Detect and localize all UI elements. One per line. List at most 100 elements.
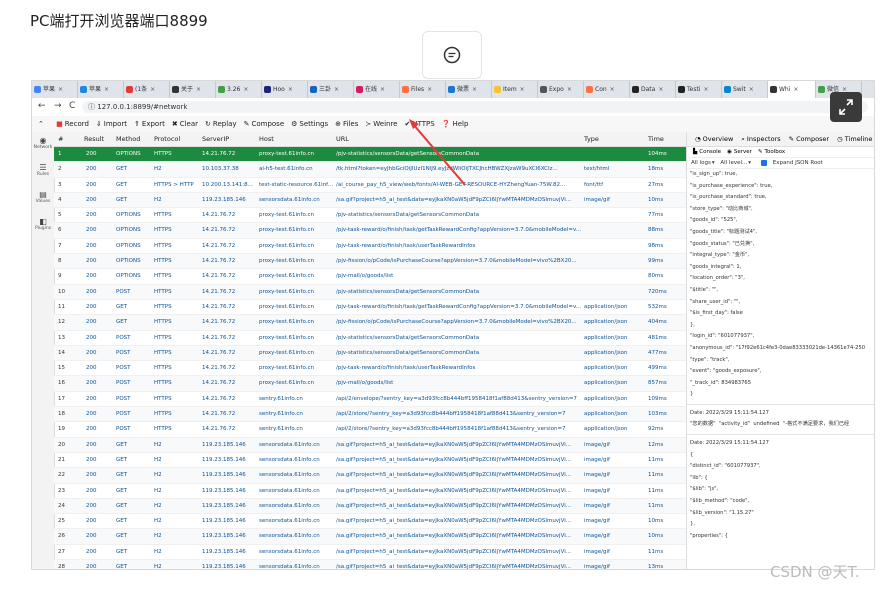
- table-row[interactable]: 14 200 POST HTTPS 14.21.76.72 proxy-test.61in…: [54, 345, 686, 362]
- browser-tab[interactable]: Con ×: [584, 81, 630, 98]
- toolbar-clear-button[interactable]: ✖ Clear: [172, 116, 198, 132]
- table-row[interactable]: 11 200 GET HTTPS 14.21.76.72 proxy-test.61inf…: [54, 300, 686, 316]
- table-row[interactable]: 6 200 OPTIONS HTTPS 14.21.76.72 proxy-test.61…: [54, 223, 686, 239]
- close-icon[interactable]: ×: [658, 86, 663, 93]
- table-row[interactable]: 24 200 GET H2 119.23.185.146 sensorsdata.61in…: [54, 498, 686, 515]
- table-row[interactable]: 22 200 GET H2 119.23.185.146 sensorsdata.61in…: [54, 468, 686, 484]
- subtab-server[interactable]: ◉ Server: [724, 147, 752, 157]
- toolbar-https-button[interactable]: ✔ HTTPS: [404, 116, 434, 132]
- browser-tab[interactable]: Data ×: [630, 81, 676, 98]
- table-row[interactable]: 9 200 OPTIONS HTTPS 14.21.76.72 proxy-test.61…: [54, 269, 686, 285]
- table-row[interactable]: 21 200 GET H2 119.23.185.146 sensorsdata.61in…: [54, 453, 686, 469]
- collapse-icon[interactable]: ⌃: [38, 116, 44, 132]
- toolbar-compose-button[interactable]: ✎ Compose: [244, 116, 285, 132]
- tab-overview[interactable]: ◔ Overview: [691, 132, 733, 146]
- table-row[interactable]: 23 200 GET H2 119.23.185.146 sensorsdata.61in…: [54, 484, 686, 499]
- col-host-header[interactable]: Host: [259, 132, 274, 146]
- expand-json-checkbox[interactable]: Expand JSON Root: [757, 158, 823, 168]
- filter-logs-select[interactable]: All logs: [691, 158, 711, 168]
- table-row[interactable]: 25 200 GET H2 119.23.185.146 sensorsdata.61in…: [54, 514, 686, 530]
- leftnav-values[interactable]: ▤ Values: [32, 190, 54, 204]
- col-url-header[interactable]: URL: [336, 132, 349, 146]
- close-icon[interactable]: ×: [703, 86, 708, 93]
- table-row[interactable]: 12 200 GET HTTPS 14.21.76.72 proxy-test.61inf…: [54, 315, 686, 331]
- tab-timeline[interactable]: ◷ Timeline: [833, 132, 872, 146]
- table-row[interactable]: 1 200 OPTIONS HTTPS 14.21.76.72 proxy-test.61…: [54, 147, 686, 163]
- col-method-header[interactable]: Method: [116, 132, 140, 146]
- table-row[interactable]: 17 200 POST HTTPS 14.21.76.72 sentry.61info.c…: [54, 392, 686, 408]
- table-row[interactable]: 8 200 OPTIONS HTTPS 14.21.76.72 proxy-test.61…: [54, 254, 686, 270]
- close-icon[interactable]: ×: [793, 86, 798, 93]
- col-protocol-header[interactable]: Protocol: [154, 132, 180, 146]
- close-icon[interactable]: ×: [104, 86, 109, 93]
- browser-tab[interactable]: Swit ×: [722, 81, 768, 98]
- close-icon[interactable]: ×: [150, 86, 155, 93]
- table-row[interactable]: 27 200 GET H2 119.23.185.146 sensorsdata.61in…: [54, 545, 686, 561]
- table-row[interactable]: 26 200 GET H2 119.23.185.146 sensorsdata.61in…: [54, 529, 686, 545]
- table-row[interactable]: 2 200 GET H2 10.103.37.38 ai-h5-test.61info.c…: [54, 162, 686, 178]
- table-row[interactable]: 18 200 POST HTTPS 14.21.76.72 sentry.61info.c…: [54, 407, 686, 423]
- browser-tab[interactable]: 苹果 ×: [32, 81, 78, 98]
- back-icon[interactable]: ←: [38, 101, 46, 111]
- table-row[interactable]: 13 200 POST HTTPS 14.21.76.72 proxy-test.61in…: [54, 331, 686, 346]
- table-row[interactable]: 7 200 OPTIONS HTTPS 14.21.76.72 proxy-test.61…: [54, 239, 686, 255]
- close-icon[interactable]: ×: [472, 86, 477, 93]
- browser-tab[interactable]: 3.26 ×: [216, 81, 262, 98]
- table-row[interactable]: 5 200 OPTIONS HTTPS 14.21.76.72 proxy-test.61…: [54, 208, 686, 224]
- close-icon[interactable]: ×: [288, 86, 293, 93]
- col-result-header[interactable]: Result: [84, 132, 104, 146]
- browser-tab[interactable]: 苹果 ×: [78, 81, 124, 98]
- close-icon[interactable]: ×: [567, 86, 572, 93]
- col-serverip-header[interactable]: ServerIP: [202, 132, 229, 146]
- toolbar-replay-button[interactable]: ↻ Replay: [205, 116, 237, 132]
- table-row[interactable]: 4 200 GET H2 119.23.185.146 sensorsdata.61inf…: [54, 192, 686, 209]
- table-row[interactable]: 20 200 GET H2 119.23.185.146 sensorsdata.61in…: [54, 437, 686, 453]
- browser-tab[interactable]: 三卦 ×: [308, 81, 354, 98]
- close-icon[interactable]: ×: [196, 86, 201, 93]
- close-icon[interactable]: ×: [58, 86, 63, 93]
- table-row[interactable]: 19 200 POST HTTPS 14.21.76.72 sentry.61info.c…: [54, 422, 686, 438]
- browser-tab[interactable]: Expo ×: [538, 81, 584, 98]
- table-row[interactable]: 10 200 POST HTTPS 14.21.76.72 proxy-test.61in…: [54, 284, 686, 300]
- toolbar-record-button[interactable]: ■ Record: [56, 116, 89, 132]
- browser-tab[interactable]: Item ×: [492, 81, 538, 98]
- browser-tab[interactable]: Whi ×: [768, 81, 816, 98]
- subtab-toolbox[interactable]: ✎ Toolbox: [755, 147, 785, 157]
- toolbar-import-button[interactable]: ⇓ Import: [96, 116, 127, 132]
- table-row[interactable]: 28 200 GET H2 119.23.185.146 sensorsdata.61in…: [54, 560, 686, 569]
- toolbar-settings-button[interactable]: ⚙ Settings: [291, 116, 328, 132]
- fullscreen-button[interactable]: [830, 92, 862, 122]
- browser-tab[interactable]: 在线 ×: [354, 81, 400, 98]
- message-button[interactable]: [422, 31, 482, 79]
- browser-tab[interactable]: (1条 ×: [124, 81, 170, 98]
- leftnav-network[interactable]: ◉ Network: [32, 136, 54, 150]
- col-time-header[interactable]: Time: [648, 132, 664, 146]
- filter-level-select[interactable]: All level...: [720, 158, 747, 168]
- forward-icon[interactable]: →: [54, 101, 62, 111]
- url-input[interactable]: ⓘ 127.0.0.1:8899/#network: [82, 101, 868, 113]
- close-icon[interactable]: ×: [334, 86, 339, 93]
- tab-inspectors[interactable]: ⌕ Inspectors: [737, 132, 780, 146]
- close-icon[interactable]: ×: [749, 86, 754, 93]
- table-row[interactable]: 15 200 POST HTTPS 14.21.76.72 proxy-test.61in…: [54, 361, 686, 377]
- col-type-header[interactable]: Type: [584, 132, 599, 146]
- browser-tab[interactable]: Files ×: [400, 81, 446, 98]
- toolbar-help-button[interactable]: ❓ Help: [442, 116, 469, 132]
- close-icon[interactable]: ×: [243, 86, 248, 93]
- col-num-header[interactable]: #: [58, 132, 63, 146]
- close-icon[interactable]: ×: [610, 86, 615, 93]
- tab-composer[interactable]: ✎ Composer: [785, 132, 829, 146]
- close-icon[interactable]: ×: [520, 86, 525, 93]
- leftnav-plugins[interactable]: ◧ Plugins: [32, 217, 54, 231]
- toolbar-export-button[interactable]: ⇑ Export: [134, 116, 165, 132]
- browser-tab[interactable]: Hoo ×: [262, 81, 308, 98]
- browser-tab[interactable]: Testi ×: [676, 81, 722, 98]
- subtab-console[interactable]: ▙ Console: [690, 147, 721, 157]
- close-icon[interactable]: ×: [380, 86, 385, 93]
- table-row[interactable]: 3 200 GET HTTPS > HTTP 10.200.13.141:8... tes…: [54, 178, 686, 193]
- browser-tab[interactable]: 微票 ×: [446, 81, 492, 98]
- toolbar-weinre-button[interactable]: ≻ Weinre: [365, 116, 397, 132]
- table-row[interactable]: 16 200 POST HTTPS 14.21.76.72 proxy-test.61in…: [54, 376, 686, 392]
- browser-tab[interactable]: 关于 ×: [170, 81, 216, 98]
- leftnav-rules[interactable]: ☰ Rules: [32, 163, 54, 177]
